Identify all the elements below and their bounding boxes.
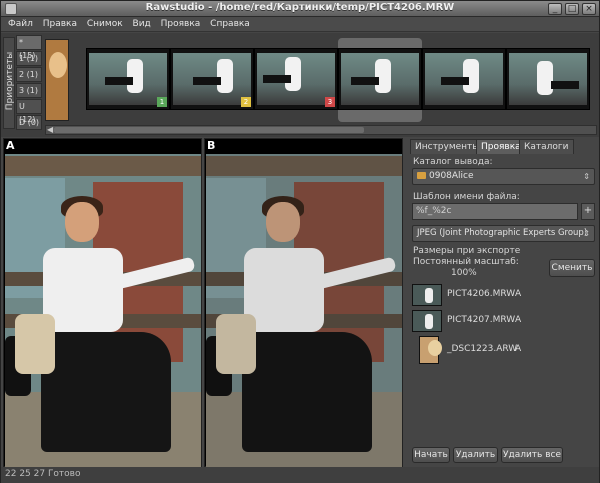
thumbnail-2[interactable]: 2 (170, 48, 254, 110)
queue-item[interactable]: _DSC1223.ARW A (411, 335, 597, 365)
updown-arrow-icon: ⇕ (583, 229, 590, 238)
start-button[interactable]: Начать (412, 447, 450, 463)
priority-unsorted-button[interactable]: U (12) (16, 99, 42, 124)
thumbnail-scrollbar[interactable]: ◀ (45, 125, 597, 135)
updown-arrow-icon: ⇕ (583, 172, 590, 181)
status-bar: 22 25 27 Готово (1, 467, 599, 483)
thumbnail-5[interactable] (422, 48, 506, 110)
menu-help[interactable]: Справка (210, 17, 250, 32)
preview-b-label: B (207, 139, 216, 152)
menu-photo[interactable]: Снимок (87, 17, 123, 32)
tab-catalogs[interactable]: Каталоги (519, 139, 574, 154)
menu-develop[interactable]: Проявка (161, 17, 201, 32)
menu-file[interactable]: Файл (8, 17, 33, 32)
priorities-label: Приоритеты (3, 37, 15, 129)
thumbnail-1[interactable]: 1 (86, 48, 170, 110)
queue-item-name: PICT4207.MRW (447, 315, 516, 325)
format-value: JPEG (Joint Photographic Experts Group) (417, 228, 588, 238)
scroll-left-arrow[interactable]: ◀ (47, 125, 53, 134)
queue-item-priority: A (515, 289, 522, 299)
output-dir-label: Каталог вывода: (413, 157, 493, 167)
queue-thumbnail (412, 284, 442, 306)
minimize-button[interactable]: _ (548, 3, 562, 15)
preview-pane-a[interactable]: A (3, 138, 202, 467)
thumbnail-portrait[interactable] (45, 39, 69, 121)
maximize-button[interactable]: □ (565, 3, 579, 15)
preview-image-a (5, 154, 201, 467)
panel-tabs: Инструменты Проявка Каталоги (409, 138, 599, 154)
priorities-label-text: Приоритеты (5, 51, 15, 111)
change-size-button[interactable]: Сменить (549, 259, 595, 277)
priority-3-button[interactable]: 3 (1) (16, 83, 42, 98)
preview-pane-b[interactable]: B (204, 138, 403, 467)
priority-filter-list: * (15) 1 (1) 2 (1) 3 (1) U (12) D (0) (16, 35, 43, 131)
thumbnail-3[interactable]: 3 (254, 48, 338, 110)
priority-2-badge: 2 (241, 97, 251, 107)
queue-item[interactable]: PICT4206.MRW A (411, 283, 597, 307)
queue-item-priority: A (515, 315, 522, 325)
menu-edit[interactable]: Правка (43, 17, 77, 32)
output-dir-select[interactable]: 0908Alice ⇕ (412, 168, 595, 185)
priority-3-badge: 3 (325, 97, 335, 107)
export-size-label: Размеры при экспорте (413, 246, 521, 256)
queue-thumbnail (412, 310, 442, 332)
queue-thumbnail (419, 336, 442, 364)
remove-button[interactable]: Удалить (453, 447, 498, 463)
status-text: 22 25 27 Готово (5, 469, 81, 479)
folder-icon (417, 172, 426, 179)
title-bar: Rawstudio - /home/red/Картинки/temp/PICT… (1, 1, 599, 17)
thumbnail-4[interactable] (338, 48, 422, 110)
menu-view[interactable]: Вид (133, 17, 151, 32)
thumbnail-6[interactable] (506, 48, 590, 110)
filename-template-label: Шаблон имени файла: (413, 192, 520, 202)
format-select[interactable]: JPEG (Joint Photographic Experts Group) … (412, 225, 595, 242)
close-button[interactable]: × (582, 3, 596, 15)
priority-1-badge: 1 (157, 97, 167, 107)
preview-a-label: A (6, 139, 15, 152)
scrollbar-thumb[interactable] (54, 127, 364, 133)
application-window: Rawstudio - /home/red/Картинки/temp/PICT… (0, 0, 600, 483)
add-template-button[interactable]: + (581, 203, 595, 220)
tab-tools[interactable]: Инструменты (410, 139, 485, 154)
window-title: Rawstudio - /home/red/Картинки/temp/PICT… (145, 2, 455, 13)
queue-item-priority: A (515, 344, 522, 354)
priority-all-button[interactable]: * (15) (16, 35, 42, 60)
priority-1-button[interactable]: 1 (1) (16, 51, 42, 66)
scale-label: Постоянный масштаб: (413, 257, 519, 267)
queue-item[interactable]: PICT4207.MRW A (411, 309, 597, 333)
output-dir-value: 0908Alice (429, 171, 474, 181)
scale-value: 100% (451, 268, 477, 278)
right-panel: Инструменты Проявка Каталоги Каталог выв… (409, 138, 599, 467)
filename-template-input[interactable]: %f_%2c (412, 203, 578, 220)
priority-2-button[interactable]: 2 (1) (16, 67, 42, 82)
queue-item-name: PICT4206.MRW (447, 289, 516, 299)
preview-image-b (206, 154, 402, 467)
priority-deleted-button[interactable]: D (0) (16, 115, 42, 130)
remove-all-button[interactable]: Удалить все (501, 447, 563, 463)
queue-item-name: _DSC1223.ARW (447, 344, 518, 354)
menu-bar: Файл Правка Снимок Вид Проявка Справка (1, 17, 599, 32)
